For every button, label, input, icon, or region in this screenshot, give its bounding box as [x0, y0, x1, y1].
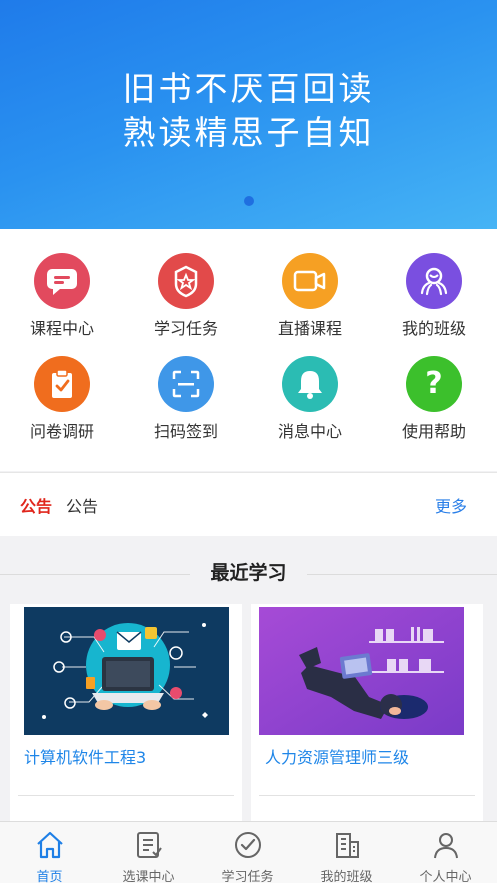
tab-label: 选课中心 [122, 870, 175, 883]
reading-person-illustration [259, 607, 464, 735]
star-badge-icon [158, 253, 214, 309]
bell-icon [282, 356, 338, 412]
tab-label: 我的班级 [320, 870, 373, 883]
tab-label: 学习任务 [221, 870, 274, 883]
notice-bar[interactable]: 公告 公告 更多 [0, 472, 497, 536]
tab-course-selection[interactable]: 选课中心 [99, 822, 198, 883]
tab-label: 首页 [36, 870, 63, 883]
grid-item-scan-checkin[interactable]: 扫码签到 [124, 356, 248, 460]
grid-item-survey[interactable]: 问卷调研 [0, 356, 124, 460]
notice-text[interactable]: 公告 [66, 493, 98, 517]
tab-personal-center[interactable]: 个人中心 [396, 822, 495, 883]
grid-item-label: 我的班级 [401, 319, 466, 338]
person-icon [434, 833, 458, 859]
question-icon: ? [406, 356, 462, 412]
scan-icon [158, 356, 214, 412]
clipboard-check-icon [34, 356, 90, 412]
team-icon [406, 253, 462, 309]
grid-item-learning-tasks[interactable]: 学习任务 [124, 253, 248, 357]
grid-item-message-center[interactable]: 消息中心 [248, 356, 372, 460]
divider [18, 795, 234, 796]
app-screen: 旧书不厌百回读 熟读精思子自知 课程中心 学习任务 直播课程 我的班级 问卷调研… [0, 0, 497, 883]
chat-card-icon [34, 253, 90, 309]
video-camera-icon [282, 253, 338, 309]
check-circle-icon [235, 832, 261, 858]
notice-tag: 公告 [20, 497, 53, 516]
grid-item-label: 直播课程 [277, 319, 342, 338]
bottom-tab-bar: 首页 选课中心 学习任务 我的班级 个人中心 [0, 821, 497, 883]
tab-learning-tasks[interactable]: 学习任务 [198, 822, 297, 883]
tab-home[interactable]: 首页 [0, 822, 99, 883]
building-icon [336, 833, 359, 858]
recent-section-header: 最近学习 [0, 548, 497, 592]
list-icon [137, 832, 162, 858]
grid-item-help[interactable]: ? 使用帮助 [372, 356, 496, 460]
recent-title: 最近学习 [190, 558, 307, 585]
banner-carousel[interactable]: 旧书不厌百回读 熟读精思子自知 [0, 0, 497, 229]
grid-item-my-class[interactable]: 我的班级 [372, 253, 496, 357]
course-title: 计算机软件工程3 [24, 748, 147, 767]
course-card[interactable]: 计算机软件工程3 [10, 604, 242, 834]
grid-item-label: 使用帮助 [401, 422, 466, 441]
tab-label: 个人中心 [419, 870, 472, 883]
grid-item-label: 扫码签到 [153, 422, 218, 441]
home-icon [37, 831, 63, 859]
grid-item-label: 课程中心 [29, 319, 94, 338]
grid-item-label: 学习任务 [153, 319, 218, 338]
divider [259, 795, 475, 796]
grid-item-label: 问卷调研 [29, 422, 94, 441]
course-title: 人力资源管理师三级 [265, 748, 410, 767]
grid-item-live-courses[interactable]: 直播课程 [248, 253, 372, 357]
grid-item-label: 消息中心 [277, 422, 342, 441]
banner-line-2: 熟读精思子自知 [122, 113, 375, 152]
course-card[interactable]: 人力资源管理师三级 [251, 604, 483, 834]
notice-more-link[interactable]: 更多 [435, 493, 467, 517]
tab-my-class[interactable]: 我的班级 [297, 822, 396, 883]
feature-grid: 课程中心 学习任务 直播课程 我的班级 问卷调研 扫码签到 消息中心 ? 使用帮… [0, 229, 497, 471]
banner-line-1: 旧书不厌百回读 [122, 69, 375, 108]
carousel-indicator[interactable] [244, 196, 254, 206]
laptop-network-illustration [24, 607, 229, 735]
grid-item-course-center[interactable]: 课程中心 [0, 253, 124, 357]
